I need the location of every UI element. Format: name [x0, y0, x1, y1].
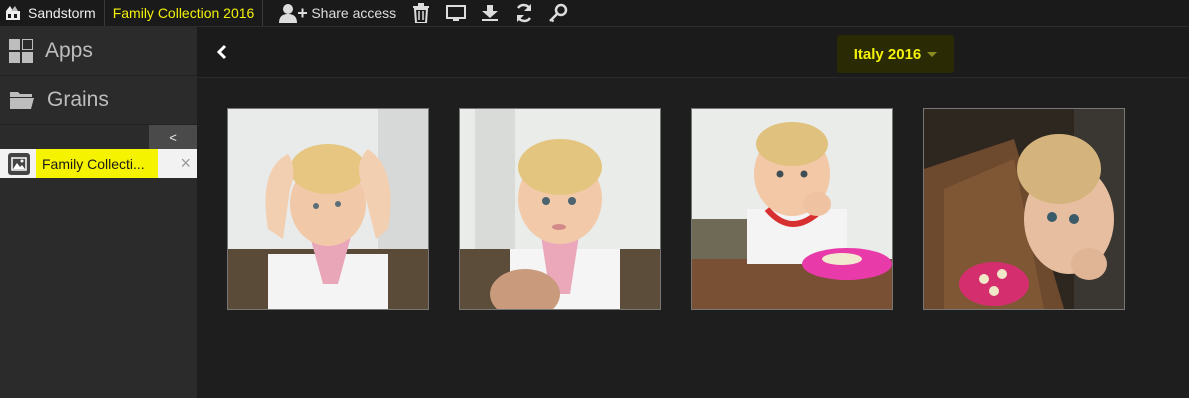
share-access-label: Share access	[311, 5, 397, 21]
photo-image	[692, 109, 892, 309]
album-label: Italy 2016	[853, 45, 922, 63]
brand[interactable]: Sandstorm	[0, 0, 105, 26]
download-backup-button[interactable]	[480, 0, 500, 26]
brand-label: Sandstorm	[28, 5, 96, 21]
sandstorm-logo-icon	[6, 6, 20, 20]
main-content: Italy 2016	[197, 27, 1189, 398]
close-icon[interactable]: ×	[180, 153, 191, 174]
user-plus-icon	[279, 4, 308, 23]
restart-button[interactable]	[514, 0, 534, 26]
refresh-icon	[517, 3, 532, 23]
download-icon	[482, 5, 499, 21]
sidebar-item-apps[interactable]: Apps	[0, 27, 197, 76]
open-grain-tab[interactable]: Family Collecti... ×	[0, 149, 197, 178]
photo-thumbnail[interactable]	[227, 108, 429, 310]
photo-thumbnail[interactable]	[691, 108, 893, 310]
share-access-button[interactable]: Share access	[279, 0, 396, 26]
photo-thumbnail[interactable]	[459, 108, 661, 310]
grain-title[interactable]: Family Collection 2016	[105, 0, 264, 26]
key-icon	[549, 3, 568, 23]
gallery-header: Italy 2016	[197, 27, 1189, 78]
monitor-icon	[446, 5, 467, 21]
back-button[interactable]	[215, 44, 227, 65]
photo-image	[460, 109, 660, 309]
webkey-button[interactable]	[548, 0, 568, 26]
open-grain-label: Family Collecti...	[36, 149, 158, 178]
delete-button[interactable]	[412, 0, 430, 26]
caret-down-icon	[927, 51, 938, 57]
sidebar-item-grains[interactable]: Grains	[0, 76, 197, 125]
grid-icon	[9, 39, 33, 63]
show-debug-log-button[interactable]	[446, 0, 467, 26]
photo-image	[228, 109, 428, 309]
chevron-left-icon	[216, 44, 227, 60]
photo-gallery-icon	[8, 152, 30, 175]
sidebar: Apps Grains < Family Collecti... ×	[0, 27, 197, 398]
collapse-row: <	[0, 125, 197, 149]
folder-icon	[10, 92, 34, 109]
photo-thumbnail[interactable]	[923, 108, 1125, 310]
sidebar-item-label: Grains	[47, 88, 109, 111]
top-bar: Sandstorm Family Collection 2016 Share a…	[0, 0, 1189, 27]
trash-icon	[413, 3, 430, 23]
collapse-sidebar-button[interactable]: <	[149, 125, 197, 149]
sidebar-item-label: Apps	[45, 39, 93, 62]
photo-image	[924, 109, 1124, 309]
album-selector[interactable]: Italy 2016	[837, 35, 954, 73]
